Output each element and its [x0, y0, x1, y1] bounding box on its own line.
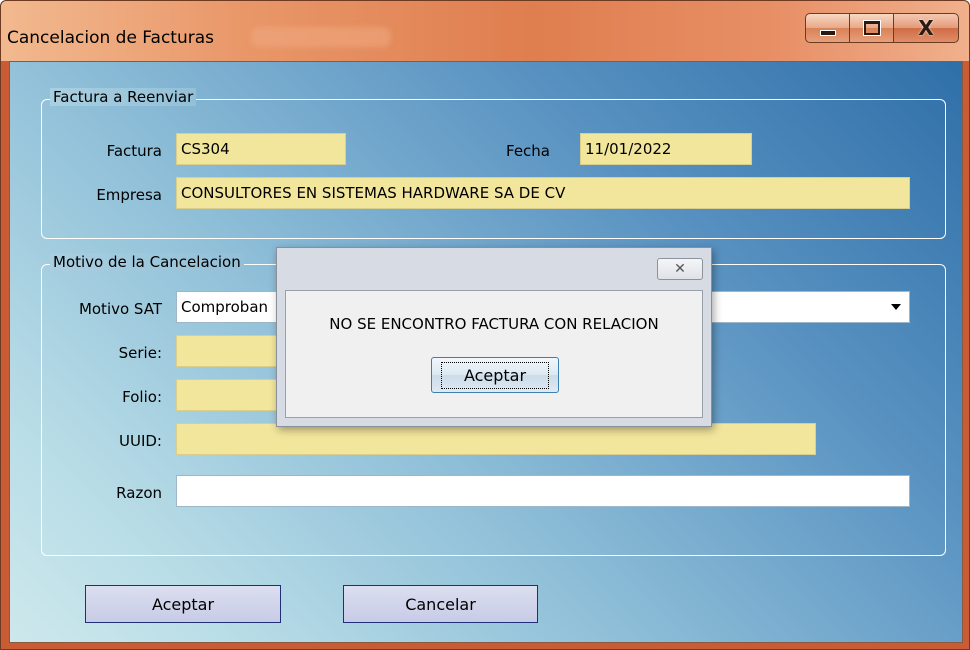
minimize-button[interactable]	[805, 13, 849, 43]
close-button[interactable]: X	[893, 13, 959, 43]
group-motivo-cancelacion-title: Motivo de la Cancelacion	[50, 253, 244, 271]
chevron-down-icon[interactable]	[891, 304, 901, 310]
title-blurred-region	[251, 27, 391, 47]
minimize-icon	[819, 30, 836, 36]
razon-field[interactable]	[176, 475, 910, 507]
dialog-close-button[interactable]: ✕	[657, 258, 703, 280]
dialog-ok-button[interactable]: Aceptar	[431, 357, 559, 393]
factura-field[interactable]: CS304	[176, 133, 346, 165]
aceptar-button[interactable]: Aceptar	[85, 585, 281, 623]
group-factura-reenviar-title: Factura a Reenviar	[50, 88, 197, 106]
title-bar[interactable]: Cancelacion de Facturas X	[1, 1, 969, 61]
uuid-field[interactable]	[176, 423, 816, 455]
folio-label: Folio:	[122, 388, 162, 406]
maximize-button[interactable]	[849, 13, 893, 43]
maximize-icon	[862, 20, 881, 36]
fecha-label: Fecha	[506, 142, 550, 160]
cancelacion-window: Cancelacion de Facturas X Factura a Reen…	[0, 0, 970, 650]
cancelar-button[interactable]: Cancelar	[343, 585, 538, 623]
message-dialog: ✕ NO SE ENCONTRO FACTURA CON RELACION Ac…	[276, 247, 712, 427]
empresa-field[interactable]: CONSULTORES EN SISTEMAS HARDWARE SA DE C…	[176, 177, 910, 209]
dialog-ok-label: Aceptar	[440, 361, 550, 389]
motivo-sat-label: Motivo SAT	[78, 300, 162, 318]
empresa-label: Empresa	[96, 186, 162, 204]
fecha-field[interactable]: 11/01/2022	[580, 133, 752, 165]
razon-label: Razon	[116, 484, 162, 502]
group-factura-reenviar: Factura a Reenviar	[41, 88, 946, 239]
factura-label: Factura	[106, 142, 162, 160]
window-title: Cancelacion de Facturas	[7, 28, 214, 48]
caption-buttons: X	[805, 13, 959, 43]
close-icon: ✕	[674, 261, 686, 277]
close-icon: X	[918, 16, 934, 40]
uuid-label: UUID:	[119, 432, 162, 450]
dialog-body: NO SE ENCONTRO FACTURA CON RELACION Acep…	[285, 290, 703, 418]
serie-label: Serie:	[118, 344, 162, 362]
dialog-message: NO SE ENCONTRO FACTURA CON RELACION	[329, 315, 659, 333]
motivo-sat-value: Comproban	[181, 298, 269, 316]
